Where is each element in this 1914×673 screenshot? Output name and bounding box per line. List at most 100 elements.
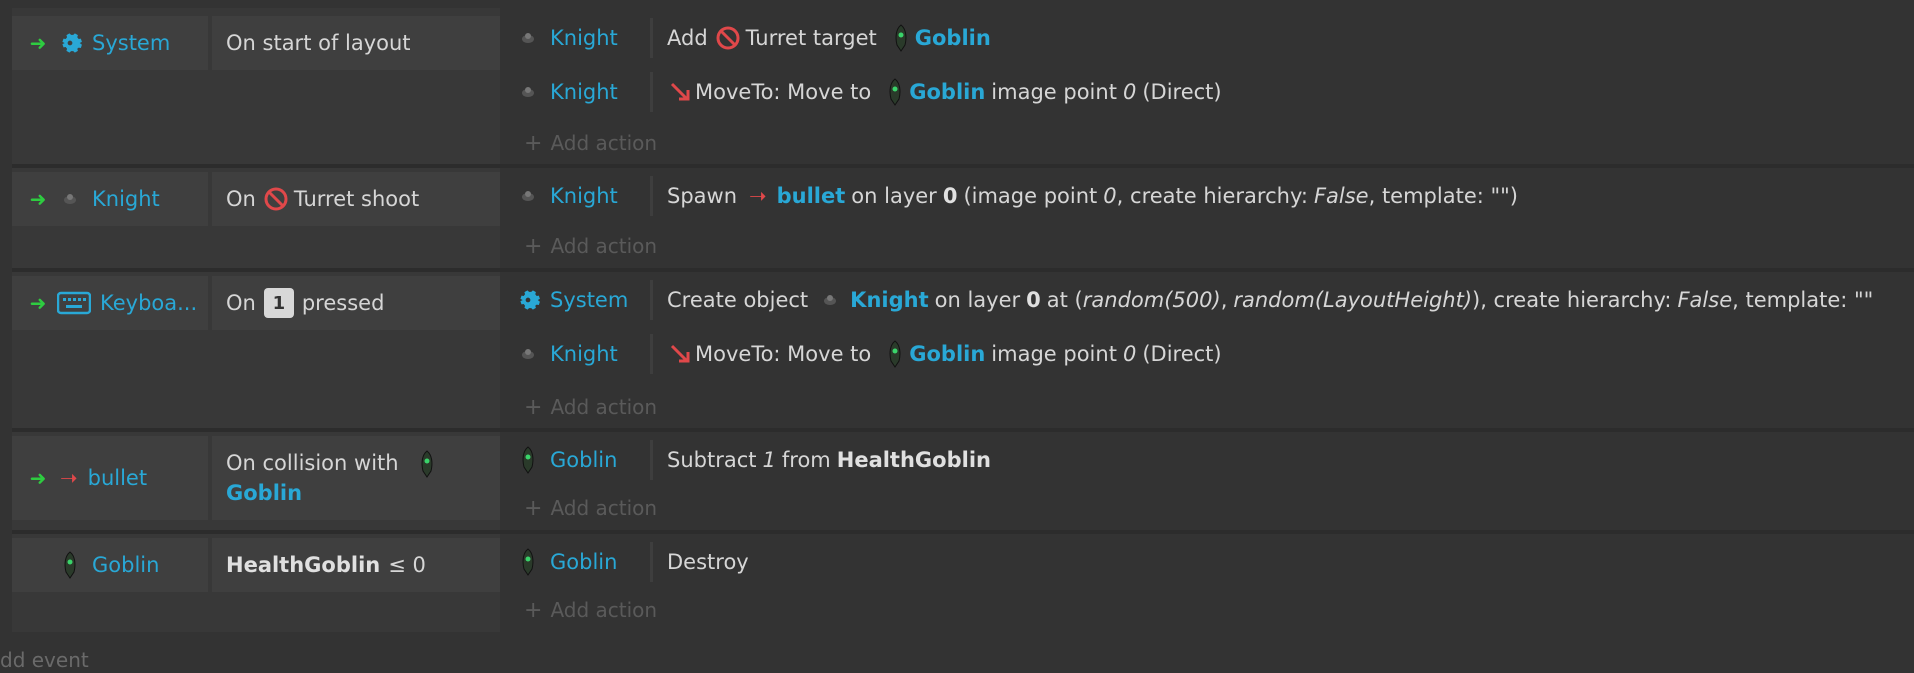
action-bool: False bbox=[1677, 288, 1733, 312]
condition-cell[interactable]: On start of layout bbox=[212, 16, 500, 70]
action-object-label: Goblin bbox=[550, 550, 618, 574]
add-action-label: Add action bbox=[550, 598, 658, 622]
event-object-cell[interactable]: ➜ Goblin bbox=[12, 538, 208, 592]
actions-column: Goblin Destroy + Add action bbox=[500, 534, 1914, 632]
action-target[interactable]: Knight bbox=[850, 288, 928, 312]
action-text: Subtract 1 from HealthGoblin bbox=[653, 448, 991, 472]
moveto-behavior-icon bbox=[667, 340, 695, 368]
action-variable: HealthGoblin bbox=[836, 448, 991, 472]
goblin-icon bbox=[881, 340, 909, 368]
action-layer: 0 bbox=[1026, 288, 1041, 312]
action-text-part: (image point bbox=[963, 184, 1098, 208]
action-text: MoveTo: Move to Goblin image point 0 (Di… bbox=[653, 78, 1222, 106]
action-verb: MoveTo: Move to bbox=[695, 342, 872, 366]
action-text-part: ), create hierarchy: bbox=[1472, 288, 1672, 312]
event-block[interactable]: ➜ Goblin HealthGoblin ≤ 0 Goblin Destroy bbox=[12, 534, 1914, 632]
turret-behavior-icon bbox=[262, 185, 290, 213]
event-block[interactable]: ➜ Keyboa... On 1 pressed System Create o… bbox=[12, 272, 1914, 428]
conditions-column: ➜ ➝ bullet On collision with Goblin bbox=[12, 432, 500, 530]
action-suffix: (Direct) bbox=[1142, 80, 1222, 104]
condition-cell[interactable]: HealthGoblin ≤ 0 bbox=[212, 538, 500, 592]
action-suffix: (Direct) bbox=[1142, 342, 1222, 366]
bullet-icon: ➝ bbox=[60, 466, 78, 490]
condition-cell[interactable]: On 1 pressed bbox=[212, 276, 500, 330]
action-suffix: image point bbox=[991, 342, 1117, 366]
add-action-button[interactable]: + Add action bbox=[524, 387, 657, 427]
action-suffix: image point bbox=[991, 80, 1117, 104]
action-verb: Create object bbox=[667, 288, 809, 312]
action-object-label: Knight bbox=[550, 184, 618, 208]
action-amount: 1 bbox=[762, 448, 776, 472]
action-text-part: , template: "" bbox=[1732, 288, 1874, 312]
event-block[interactable]: ➜ Knight On Turret shoot Knight Spawn ➝ bbox=[12, 168, 1914, 268]
plus-icon: + bbox=[524, 597, 543, 623]
gear-icon bbox=[56, 29, 84, 57]
event-object-cell[interactable]: ➜ Knight bbox=[12, 172, 208, 226]
action-point: 0 bbox=[1103, 184, 1117, 208]
add-action-button[interactable]: + Add action bbox=[524, 590, 657, 630]
action-object-label: Goblin bbox=[550, 448, 618, 472]
actions-column: Goblin Subtract 1 from HealthGoblin + Ad… bbox=[500, 432, 1914, 530]
action-point: 0 bbox=[1122, 80, 1137, 104]
bullet-icon: ➝ bbox=[749, 184, 767, 208]
conditions-column: ➜ System On start of layout bbox=[12, 8, 500, 164]
event-object-cell[interactable]: ➜ Keyboa... bbox=[12, 276, 208, 330]
action-row[interactable]: System Create object Knight on layer 0 a… bbox=[500, 276, 1914, 324]
event-object-label: Knight bbox=[92, 187, 160, 211]
knight-icon bbox=[816, 286, 844, 314]
action-expr: random(500) bbox=[1082, 288, 1221, 312]
trigger-arrow-icon: ➜ bbox=[29, 466, 47, 490]
condition-prefix: On bbox=[226, 291, 256, 315]
condition-operator: ≤ 0 bbox=[388, 553, 426, 577]
knight-icon bbox=[514, 182, 542, 210]
condition-text: pressed bbox=[301, 291, 385, 315]
add-action-label: Add action bbox=[550, 395, 658, 419]
add-action-button[interactable]: + Add action bbox=[524, 123, 657, 163]
event-object-label: Keyboa... bbox=[100, 291, 198, 315]
action-verb: MoveTo: Move to bbox=[695, 80, 872, 104]
event-object-label: Goblin bbox=[92, 553, 160, 577]
action-verb: Subtract bbox=[667, 448, 757, 472]
goblin-icon bbox=[887, 24, 915, 52]
action-row[interactable]: Knight MoveTo: Move to Goblin image poin… bbox=[500, 330, 1914, 378]
action-text-part: at ( bbox=[1046, 288, 1083, 312]
action-row[interactable]: Goblin Subtract 1 from HealthGoblin bbox=[500, 436, 1914, 484]
moveto-behavior-icon bbox=[667, 78, 695, 106]
add-action-button[interactable]: + Add action bbox=[524, 488, 657, 528]
event-sheet: ➜ System On start of layout Knight Add T… bbox=[0, 0, 1914, 673]
action-target[interactable]: Goblin bbox=[909, 80, 985, 104]
action-text: MoveTo: Move to Goblin image point 0 (Di… bbox=[653, 340, 1222, 368]
condition-cell[interactable]: On collision with Goblin bbox=[212, 436, 500, 520]
event-object-label: bullet bbox=[87, 466, 148, 490]
actions-column: Knight Add Turret target Goblin Knight M… bbox=[500, 8, 1914, 164]
condition-text: On start of layout bbox=[226, 31, 411, 55]
action-target[interactable]: Goblin bbox=[909, 342, 985, 366]
plus-icon: + bbox=[524, 394, 543, 420]
event-block[interactable]: ➜ ➝ bullet On collision with Goblin Gobl… bbox=[12, 432, 1914, 530]
action-row[interactable]: Knight Add Turret target Goblin bbox=[500, 14, 1914, 62]
event-object-cell[interactable]: ➜ System bbox=[12, 16, 208, 70]
trigger-arrow-icon: ➜ bbox=[29, 31, 47, 55]
action-object-label: System bbox=[550, 288, 629, 312]
action-target[interactable]: Goblin bbox=[915, 26, 991, 50]
action-text: Spawn ➝ bullet on layer 0 (image point 0… bbox=[653, 184, 1518, 208]
goblin-icon bbox=[56, 551, 84, 579]
event-block[interactable]: ➜ System On start of layout Knight Add T… bbox=[12, 8, 1914, 164]
keyboard-icon bbox=[56, 289, 92, 317]
add-event-button[interactable]: dd event bbox=[0, 648, 89, 672]
condition-target[interactable]: Goblin bbox=[226, 481, 302, 505]
action-target[interactable]: bullet bbox=[777, 184, 846, 208]
actions-column: System Create object Knight on layer 0 a… bbox=[500, 272, 1914, 428]
add-action-label: Add action bbox=[550, 496, 658, 520]
action-row[interactable]: Knight Spawn ➝ bullet on layer 0 (image … bbox=[500, 172, 1914, 220]
knight-icon bbox=[514, 24, 542, 52]
action-text-part: on layer bbox=[851, 184, 937, 208]
condition-cell[interactable]: On Turret shoot bbox=[212, 172, 500, 226]
add-action-button[interactable]: + Add action bbox=[524, 226, 657, 266]
goblin-icon bbox=[881, 78, 909, 106]
action-row[interactable]: Goblin Destroy bbox=[500, 538, 1914, 586]
action-object-label: Knight bbox=[550, 80, 618, 104]
event-object-cell[interactable]: ➜ ➝ bullet bbox=[12, 436, 208, 520]
trigger-arrow-icon: ➜ bbox=[29, 187, 47, 211]
action-row[interactable]: Knight MoveTo: Move to Goblin image poin… bbox=[500, 68, 1914, 116]
